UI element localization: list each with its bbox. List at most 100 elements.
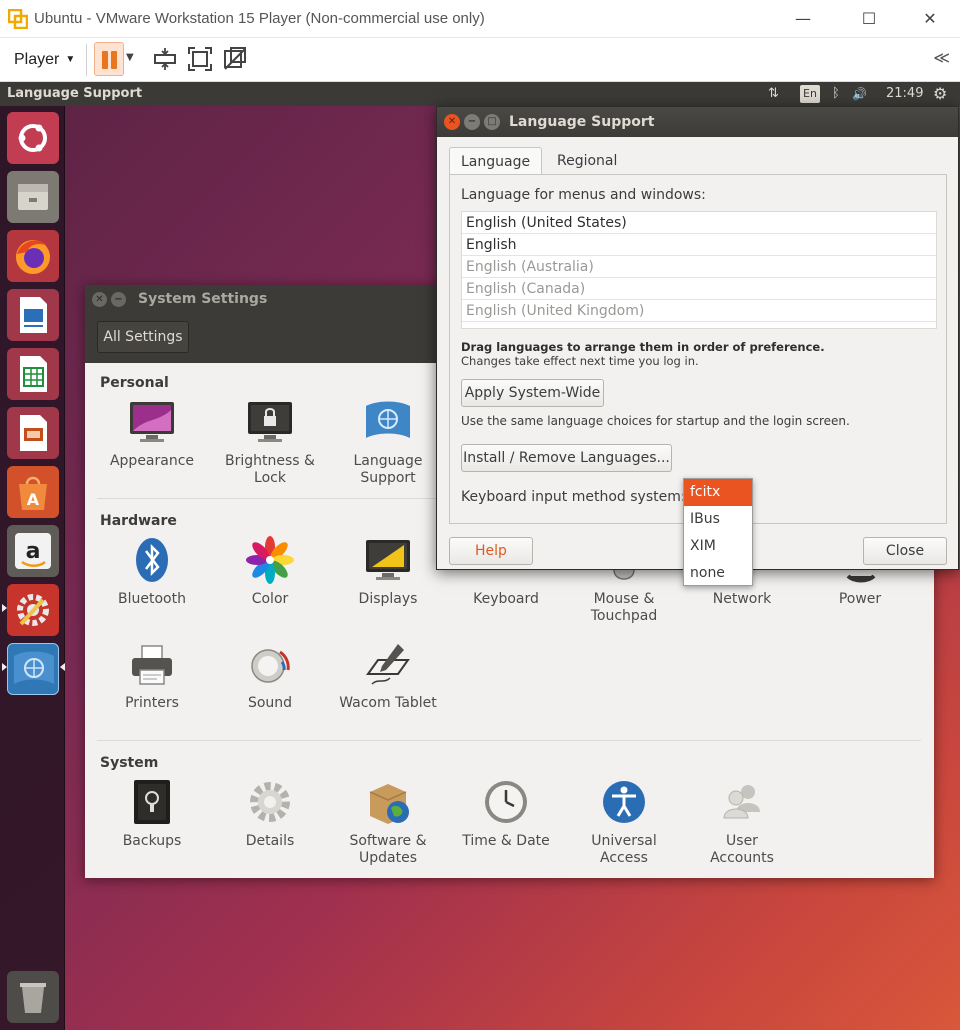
brightness-lock-label-line1: Brightness & xyxy=(225,453,315,469)
bluetooth-icon[interactable]: ᛒ xyxy=(832,84,840,104)
input-method-option-none[interactable]: none xyxy=(684,560,752,587)
firefox-icon[interactable] xyxy=(7,230,59,282)
keyboard-label: Keyboard xyxy=(473,591,539,607)
apply-note: Use the same language choices for startu… xyxy=(461,414,850,428)
network-icon[interactable]: ⇅ xyxy=(768,84,779,104)
mouse-touchpad-label: Mouse & Touchpad xyxy=(565,591,683,625)
color-item[interactable]: Color xyxy=(211,536,329,608)
close-icon[interactable]: ✕ xyxy=(92,292,107,307)
displays-item[interactable]: Displays xyxy=(329,536,447,608)
mouse-touchpad-label-line1: Mouse & xyxy=(593,591,655,607)
ubuntu-dash-icon[interactable] xyxy=(7,112,59,164)
chevron-down-icon: ▼ xyxy=(65,54,76,65)
pause-button[interactable] xyxy=(94,42,124,76)
ubuntu-top-panel: Language Support ⇅ En ᛒ 🔊 21:49 ⚙ xyxy=(0,82,960,106)
language-support-icon xyxy=(364,398,412,446)
files-icon[interactable] xyxy=(7,171,59,223)
language-support-launcher-icon[interactable] xyxy=(7,643,59,695)
minimize-icon[interactable]: − xyxy=(111,292,126,307)
help-button[interactable]: Help xyxy=(449,537,533,565)
details-item[interactable]: Details xyxy=(211,778,329,850)
close-window-button[interactable]: ✕ xyxy=(907,4,953,34)
drag-hint-note: Changes take effect next time you log in… xyxy=(461,354,699,368)
sound-item[interactable]: Sound xyxy=(211,640,329,712)
list-item[interactable]: English xyxy=(462,234,936,256)
language-tab-pane: Language for menus and windows: English … xyxy=(449,174,947,524)
language-support-item[interactable]: Language Support xyxy=(329,398,447,487)
keyboard-input-method-label: Keyboard input method system: xyxy=(461,489,686,505)
pause-dropdown-icon[interactable]: ▼ xyxy=(126,52,138,64)
list-item[interactable]: English (Australia) xyxy=(462,256,936,278)
fit-guest-icon[interactable] xyxy=(187,46,213,72)
close-icon[interactable]: ✕ xyxy=(444,114,460,130)
tab-language[interactable]: Language xyxy=(449,147,543,175)
displays-label: Displays xyxy=(358,591,418,607)
send-ctrl-alt-del-icon[interactable] xyxy=(152,46,178,72)
section-system-heading: System xyxy=(100,755,159,771)
system-menu-gear-icon[interactable]: ⚙ xyxy=(933,84,947,104)
keyboard-layout-indicator[interactable]: En xyxy=(800,85,820,103)
system-settings-launcher-icon[interactable] xyxy=(7,584,59,636)
bluetooth-item[interactable]: Bluetooth xyxy=(93,536,211,608)
maximize-icon[interactable]: □ xyxy=(484,114,500,130)
time-date-item[interactable]: Time & Date xyxy=(447,778,565,850)
volume-icon[interactable]: 🔊 xyxy=(852,84,867,104)
wacom-tablet-item[interactable]: Wacom Tablet xyxy=(329,640,447,712)
input-method-option-xim[interactable]: XIM xyxy=(684,533,752,560)
appearance-icon xyxy=(128,398,176,446)
input-method-dropdown[interactable]: fcitx IBus XIM none xyxy=(683,478,753,586)
brightness-lock-label: Brightness & Lock xyxy=(211,453,329,487)
software-updates-item[interactable]: Software & Updates xyxy=(329,778,447,867)
input-method-option-fcitx[interactable]: fcitx xyxy=(684,479,752,506)
vmware-toolbar: Player ▼ ▼ ≪ xyxy=(0,38,960,82)
safe-icon xyxy=(128,778,176,826)
printers-item[interactable]: Printers xyxy=(93,640,211,712)
backups-label: Backups xyxy=(122,833,182,849)
dialog-title: Language Support xyxy=(509,114,655,130)
list-item[interactable]: English (United States) xyxy=(462,212,936,234)
universal-access-item[interactable]: Universal Access xyxy=(565,778,683,867)
collapse-toolbar-button[interactable]: ≪ xyxy=(933,48,950,67)
install-remove-languages-button[interactable]: Install / Remove Languages... xyxy=(461,444,672,472)
window-title: Ubuntu - VMware Workstation 15 Player (N… xyxy=(34,10,485,27)
users-icon xyxy=(718,778,766,826)
bluetooth-label: Bluetooth xyxy=(118,591,186,607)
minimize-button[interactable]: — xyxy=(780,4,826,34)
appearance-item[interactable]: Appearance xyxy=(93,398,211,470)
dialog-titlebar: ✕ − □ Language Support xyxy=(437,107,958,137)
libreoffice-calc-icon[interactable] xyxy=(7,348,59,400)
libreoffice-writer-icon[interactable] xyxy=(7,289,59,341)
unity-mode-icon[interactable] xyxy=(222,46,248,72)
universal-access-label: Universal Access xyxy=(565,833,683,867)
minimize-icon[interactable]: − xyxy=(464,114,480,130)
apply-system-wide-button[interactable]: Apply System-Wide xyxy=(461,379,604,407)
trash-icon[interactable] xyxy=(7,971,59,1023)
amazon-icon[interactable]: a xyxy=(7,525,59,577)
software-updates-label-line1: Software & xyxy=(349,833,427,849)
section-divider xyxy=(97,740,921,741)
printer-icon xyxy=(128,640,176,688)
language-list[interactable]: English (United States) English English … xyxy=(461,211,937,329)
list-item[interactable]: English (Canada) xyxy=(462,278,936,300)
color-wheel-icon xyxy=(246,536,294,584)
bluetooth-icon xyxy=(128,536,176,584)
drag-hint-heading: Drag languages to arrange them in order … xyxy=(461,340,825,354)
language-support-label-line2: Support xyxy=(360,470,416,486)
list-item[interactable]: English (United Kingdom) xyxy=(462,300,936,322)
player-menu[interactable]: Player ▼ xyxy=(8,46,81,74)
brightness-lock-item[interactable]: Brightness & Lock xyxy=(211,398,329,487)
all-settings-button[interactable]: All Settings xyxy=(97,321,189,353)
tab-regional-formats[interactable]: Regional Formats xyxy=(546,147,628,197)
clock[interactable]: 21:49 xyxy=(886,84,923,104)
maximize-button[interactable]: ☐ xyxy=(846,4,892,34)
user-accounts-item[interactable]: User Accounts xyxy=(683,778,801,867)
focused-indicator xyxy=(60,663,65,671)
close-button[interactable]: Close xyxy=(863,537,947,565)
backups-item[interactable]: Backups xyxy=(93,778,211,850)
ubuntu-software-icon[interactable]: A xyxy=(7,466,59,518)
input-method-option-ibus[interactable]: IBus xyxy=(684,506,752,533)
software-updates-label-line2: Updates xyxy=(359,850,417,866)
printers-label: Printers xyxy=(125,695,179,711)
appearance-label: Appearance xyxy=(109,453,195,469)
libreoffice-impress-icon[interactable] xyxy=(7,407,59,459)
